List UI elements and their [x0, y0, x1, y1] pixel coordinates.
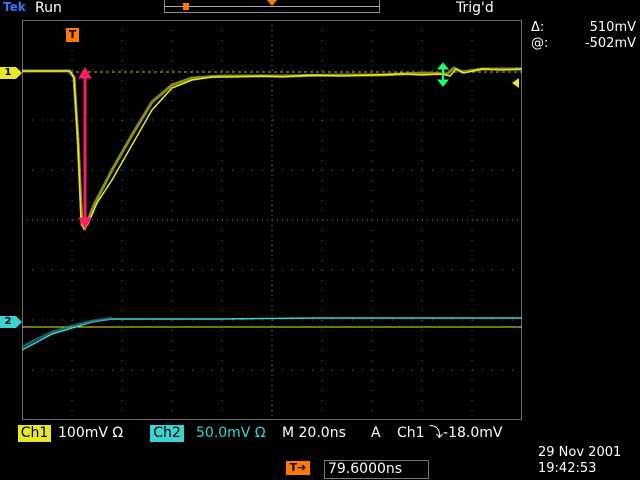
trigger-status: Trig'd [456, 0, 494, 16]
trigger-position-value[interactable]: 79.6000ns [324, 460, 429, 479]
trigger-config: Ch1 ⤵-18.0mV [397, 425, 502, 442]
ch2-ground-marker[interactable]: 2 [0, 316, 22, 328]
time-text: 19:42:53 [538, 461, 597, 476]
record-line [165, 6, 379, 7]
trigger-position-arrow [267, 0, 277, 6]
ch2-label[interactable]: Ch2 [150, 425, 184, 442]
datetime-stamp: 29 Nov 2001 19:42:53 [538, 445, 621, 477]
cursor-readout: Δ: 510mV @: -502mV [531, 20, 636, 52]
delta-value: 510mV [589, 20, 636, 35]
trigger-level: ⤵-18.0mV [429, 425, 503, 441]
at-value: -502mV [584, 36, 636, 51]
tek-logo: Tek [3, 0, 26, 14]
acquisition-state: Run [35, 0, 62, 16]
ch2-scale: 50.0mV Ω [196, 425, 266, 441]
ch1-scale: 100mV Ω [58, 425, 124, 441]
ch1-ground-marker[interactable]: 1 [0, 67, 22, 79]
channel-status-bar: Ch1 100mV Ω Ch2 50.0mV Ω M 20.0ns A Ch1 … [18, 425, 530, 443]
date-text: 29 Nov 2001 [538, 445, 622, 460]
trigger-position-icon: T➔ [286, 461, 310, 475]
record-window-marker [183, 3, 189, 10]
delta-label: Δ: [531, 20, 545, 35]
at-label: @: [531, 36, 549, 51]
waveform-display[interactable] [22, 20, 522, 420]
ch1-label[interactable]: Ch1 [18, 425, 51, 442]
top-status-bar: Tek Run Trig'd [0, 0, 640, 18]
trigger-source: Ch1 [397, 425, 425, 441]
timebase-setting: M 20.0ns [282, 425, 346, 441]
trigger-mode: A [371, 425, 381, 441]
